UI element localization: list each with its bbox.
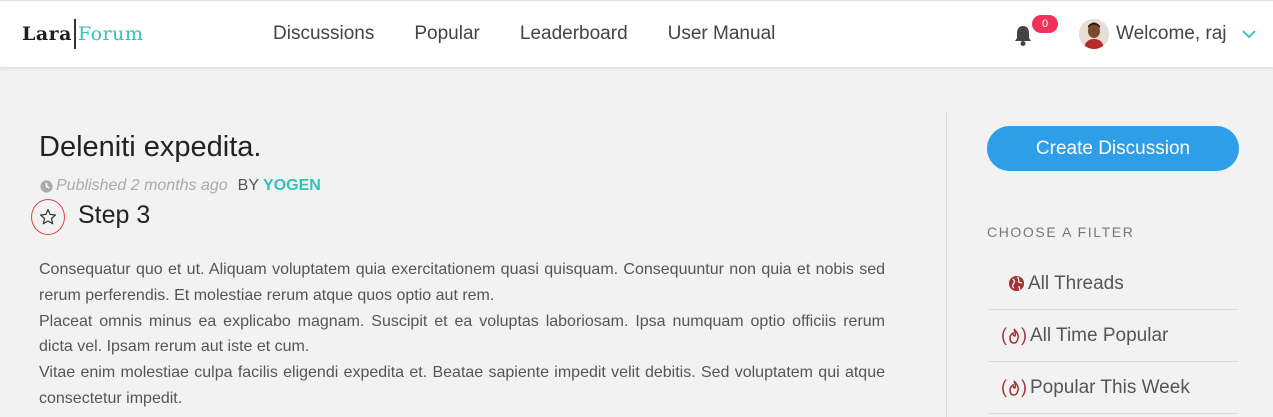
author-link[interactable]: YOGEN bbox=[263, 177, 321, 195]
thread-body: Consequatur quo et ut. Aliquam voluptate… bbox=[39, 257, 885, 412]
top-navbar: Lara Forum Discussions Popular Leaderboa… bbox=[0, 0, 1273, 67]
step-heading: Step 3 bbox=[78, 201, 151, 229]
avatar-image bbox=[1079, 19, 1109, 49]
fire-icon: ( ) bbox=[1001, 377, 1027, 397]
filter-popular-this-week[interactable]: ( ) Popular This Week bbox=[988, 362, 1238, 414]
globe-icon bbox=[988, 275, 1025, 292]
filter-heading: CHOOSE A FILTER bbox=[987, 224, 1135, 240]
body-paragraph: Placeat omnis minus ea explicabo magnam.… bbox=[39, 312, 885, 356]
thread-title: Deleniti expedita. bbox=[39, 131, 262, 163]
user-welcome-text[interactable]: Welcome, raj bbox=[1116, 23, 1227, 45]
filter-all-threads[interactable]: All Threads bbox=[988, 258, 1238, 310]
brand-part-forum: Forum bbox=[78, 23, 144, 45]
favorite-star-button[interactable] bbox=[31, 199, 65, 235]
body-paragraph: Consequatur quo et ut. Aliquam voluptate… bbox=[39, 261, 885, 304]
chevron-down-icon[interactable] bbox=[1241, 28, 1257, 40]
filter-list: All Threads ( ) All Time Popular ( ) Pop… bbox=[988, 258, 1238, 414]
nav-popular[interactable]: Popular bbox=[414, 23, 480, 45]
sidebar-divider bbox=[946, 112, 947, 417]
filter-label: All Threads bbox=[1028, 272, 1124, 294]
nav-discussions[interactable]: Discussions bbox=[273, 23, 374, 45]
main-nav: Discussions Popular Leaderboard User Man… bbox=[273, 1, 815, 67]
avatar[interactable] bbox=[1079, 19, 1109, 49]
published-date: Published 2 months ago bbox=[56, 177, 228, 194]
brand-divider bbox=[74, 19, 76, 49]
fire-icon: ( ) bbox=[1001, 325, 1027, 345]
thread-meta: Published 2 months ago BY YOGEN bbox=[39, 177, 321, 195]
clock-icon bbox=[40, 179, 53, 193]
filter-label: Popular This Week bbox=[1030, 376, 1190, 398]
nav-user-manual[interactable]: User Manual bbox=[668, 23, 776, 45]
filter-label: All Time Popular bbox=[1030, 324, 1169, 346]
body-paragraph: Vitae enim molestiae culpa facilis elige… bbox=[39, 364, 885, 407]
bell-icon[interactable] bbox=[1013, 25, 1033, 47]
filter-all-time-popular[interactable]: ( ) All Time Popular bbox=[988, 310, 1238, 362]
star-icon bbox=[39, 208, 57, 225]
brand-part-lara: Lara bbox=[22, 23, 72, 45]
brand-logo[interactable]: Lara Forum bbox=[22, 17, 143, 51]
nav-leaderboard[interactable]: Leaderboard bbox=[520, 23, 628, 45]
create-discussion-button[interactable]: Create Discussion bbox=[987, 126, 1239, 171]
by-label: BY bbox=[237, 177, 260, 194]
notification-count-badge: 0 bbox=[1032, 15, 1058, 33]
